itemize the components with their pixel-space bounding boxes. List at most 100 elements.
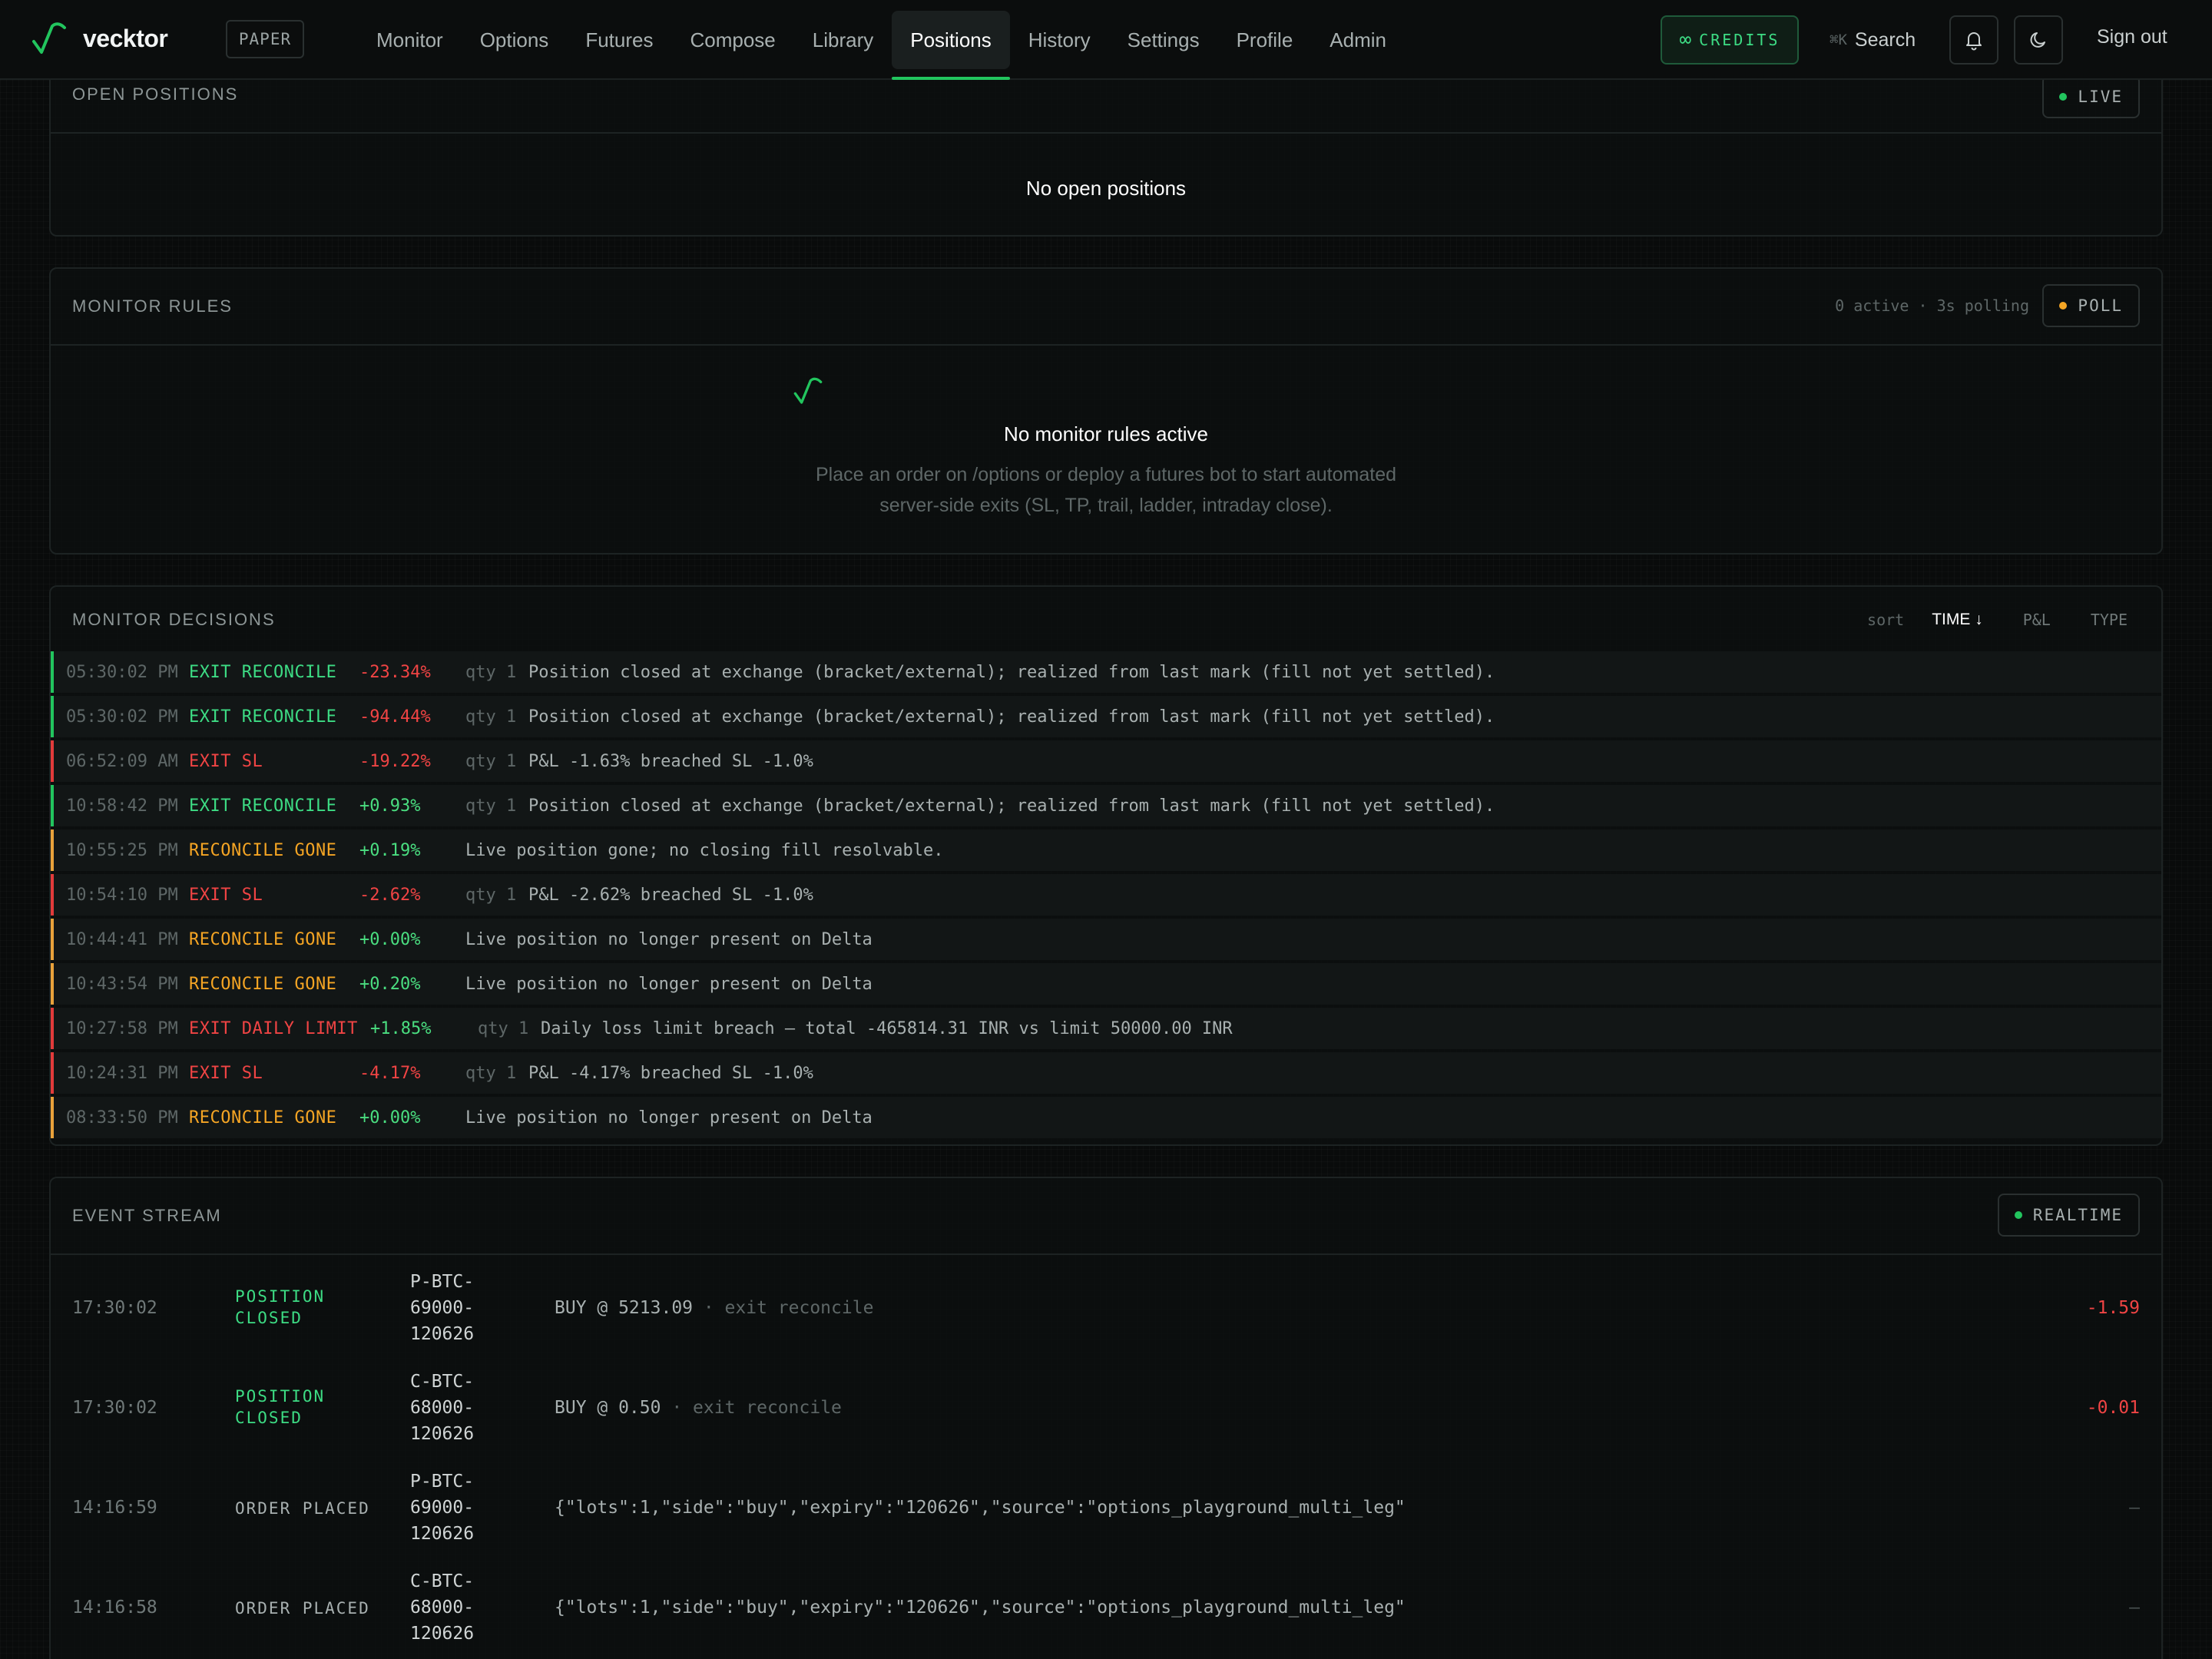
decision-message: Live position no longer present on Delta: [465, 929, 873, 949]
event-kind: ORDER PLACED: [235, 1498, 370, 1519]
nav-link-library[interactable]: Library: [794, 11, 892, 69]
nav-link-compose[interactable]: Compose: [671, 11, 793, 69]
decision-row[interactable]: 10:24:31 PM EXIT SL -4.17% qty 1 P&L -4.17% …: [51, 1052, 2161, 1094]
empty-state-title: No monitor rules active: [1004, 422, 1208, 445]
decision-time: 06:52:09 AM: [66, 751, 178, 771]
event-kind: ORDER PLACED: [235, 1598, 370, 1619]
live-dot-icon: [2059, 93, 2068, 101]
decision-row[interactable]: 10:44:41 PM RECONCILE GONE +0.00% Live posi…: [51, 919, 2161, 960]
decision-pnl: -2.62%: [359, 885, 421, 905]
decision-row[interactable]: 10:43:54 PM RECONCILE GONE +0.20% Live posi…: [51, 963, 2161, 1005]
event-row[interactable]: 17:30:02 POSITION CLOSED P-BTC- 69000- 120626…: [51, 1260, 2161, 1359]
decision-pnl: -4.17%: [359, 1063, 421, 1083]
sort-option-pnl[interactable]: P&L: [2023, 611, 2051, 629]
search-shortcut: ⌘K: [1830, 31, 1847, 48]
decision-row[interactable]: 10:27:58 PM EXIT DAILY LIMIT +1.85% qty 1 Da…: [51, 1008, 2161, 1049]
decision-qty: qty 1: [465, 662, 517, 682]
decision-kind: RECONCILE GONE: [189, 929, 337, 949]
nav-link-options[interactable]: Options: [462, 11, 568, 69]
decision-pnl: +0.00%: [359, 929, 421, 949]
decision-kind: EXIT SL: [189, 751, 263, 771]
event-instrument-line: C-BTC-: [410, 1372, 475, 1392]
decision-message: Live position no longer present on Delta: [465, 974, 873, 994]
sort-option-type[interactable]: TYPE: [2091, 611, 2128, 629]
nav-link-settings[interactable]: Settings: [1109, 11, 1218, 69]
event-row[interactable]: 14:16:59 ORDER PLACED P-BTC- 69000- 120626 {"…: [51, 1459, 2161, 1559]
event-time: 14:16:58: [72, 1598, 157, 1618]
decision-time: 08:33:50 PM: [66, 1108, 178, 1128]
event-instrument-line: 120626: [410, 1524, 475, 1544]
decision-time: 10:24:31 PM: [66, 1063, 178, 1083]
status-label: LIVE: [2078, 88, 2123, 106]
decision-message: Position closed at exchange (bracket/ext…: [528, 707, 1495, 727]
event-instrument-line: P-BTC-: [410, 1472, 475, 1492]
decision-message: P&L -4.17% breached SL -1.0%: [528, 1063, 813, 1083]
nav-links: Monitor Options Futures Compose Library …: [358, 0, 1405, 80]
event-kind: POSITION CLOSED: [235, 1286, 325, 1329]
decision-pnl: -94.44%: [359, 707, 431, 727]
nav-link-admin[interactable]: Admin: [1311, 11, 1405, 69]
decision-pnl: +1.85%: [370, 1018, 432, 1038]
event-kind-line: CLOSED: [235, 1409, 303, 1427]
event-description: {"lots":1,"side":"buy","expiry":"120626"…: [555, 1498, 1406, 1518]
event-stream-panel: EVENT STREAM REALTIME 17:30:02 POSITION CL…: [49, 1177, 2163, 1659]
decision-row[interactable]: 10:55:25 PM RECONCILE GONE +0.19% Live posi…: [51, 830, 2161, 871]
decision-row[interactable]: 06:52:09 AM EXIT SL -19.22% qty 1 P&L -1.63%…: [51, 740, 2161, 782]
poll-dot-icon: [2059, 302, 2068, 310]
event-instrument-line: 68000-: [410, 1398, 475, 1418]
decision-kind: RECONCILE GONE: [189, 974, 337, 994]
event-instrument-line: 120626: [410, 1424, 475, 1444]
nav-link-profile[interactable]: Profile: [1218, 11, 1312, 69]
event-description: {"lots":1,"side":"buy","expiry":"120626"…: [555, 1598, 1406, 1618]
decision-row[interactable]: 05:30:02 PM EXIT RECONCILE -94.44% qty 1 Pos…: [51, 696, 2161, 737]
decision-time: 10:43:54 PM: [66, 974, 178, 994]
sort-label: sort: [1867, 611, 1905, 629]
nav-link-monitor[interactable]: Monitor: [358, 11, 462, 69]
decision-row[interactable]: 10:58:42 PM EXIT RECONCILE +0.93% qty 1 Posi…: [51, 785, 2161, 826]
search-button[interactable]: ⌘K Search: [1830, 23, 1916, 57]
decision-time: 10:54:10 PM: [66, 885, 178, 905]
nav-link-positions[interactable]: Positions: [892, 11, 1010, 80]
decision-pnl: +0.00%: [359, 1108, 421, 1128]
decision-kind: EXIT SL: [189, 1063, 263, 1083]
decision-time: 10:44:41 PM: [66, 929, 178, 949]
decision-pnl: +0.20%: [359, 974, 421, 994]
event-row[interactable]: 17:30:02 POSITION CLOSED C-BTC- 68000- 120626…: [51, 1359, 2161, 1459]
decision-kind: EXIT SL: [189, 885, 263, 905]
open-positions-panel: OPEN POSITIONS LIVE No open positions: [49, 61, 2163, 237]
event-kind-line: POSITION: [235, 1287, 326, 1306]
decision-time: 10:58:42 PM: [66, 796, 178, 816]
event-instrument-line: 69000-: [410, 1298, 475, 1318]
decision-row[interactable]: 08:33:50 PM RECONCILE GONE +0.00% Live posi…: [51, 1097, 2161, 1138]
decision-message: Live position no longer present on Delta: [465, 1108, 873, 1128]
event-description-main: {"lots":1,"side":"buy","expiry":"120626"…: [555, 1598, 1406, 1618]
decision-row[interactable]: 05:30:02 PM EXIT RECONCILE -23.34% qty 1 Pos…: [51, 651, 2161, 693]
nav-link-history[interactable]: History: [1010, 11, 1109, 69]
nav-link-futures[interactable]: Futures: [567, 11, 671, 69]
sign-out-link[interactable]: Sign out: [2097, 26, 2167, 48]
event-instrument: C-BTC- 68000- 120626: [410, 1369, 474, 1447]
empty-state-line-1: Place an order on /options or deploy a f…: [815, 464, 1397, 485]
decision-pnl: -23.34%: [359, 662, 431, 682]
event-row[interactable]: 14:16:58 ORDER PLACED C-BTC- 68000- 120626 {"…: [51, 1559, 2161, 1659]
decision-kind: RECONCILE GONE: [189, 1108, 337, 1128]
event-instrument: P-BTC- 69000- 120626: [410, 1469, 474, 1547]
brand[interactable]: vecktor: [31, 22, 168, 55]
decision-qty: qty 1: [478, 1018, 529, 1038]
event-value: –: [2129, 1598, 2140, 1618]
decision-row[interactable]: 10:54:10 PM EXIT SL -2.62% qty 1 P&L -2.62% …: [51, 874, 2161, 916]
panel-title: OPEN POSITIONS: [72, 84, 239, 104]
event-kind-line: CLOSED: [235, 1309, 303, 1327]
rules-meta: 0 active · 3s polling: [1835, 296, 2029, 315]
event-description-main: BUY @ 5213.09: [555, 1298, 694, 1318]
theme-toggle-button[interactable]: [2014, 15, 2063, 65]
sort-option-time[interactable]: TIME ↓: [1932, 611, 1983, 629]
decision-message: Live position gone; no closing fill reso…: [465, 840, 944, 860]
mode-badge[interactable]: PAPER: [226, 20, 304, 58]
event-value: –: [2129, 1498, 2140, 1518]
event-kind-line: ORDER PLACED: [235, 1499, 370, 1518]
notifications-button[interactable]: [1949, 15, 1998, 65]
decision-message: P&L -1.63% breached SL -1.0%: [528, 751, 813, 771]
credits-button[interactable]: ∞ CREDITS: [1661, 15, 1799, 65]
decision-qty: qty 1: [465, 796, 517, 816]
